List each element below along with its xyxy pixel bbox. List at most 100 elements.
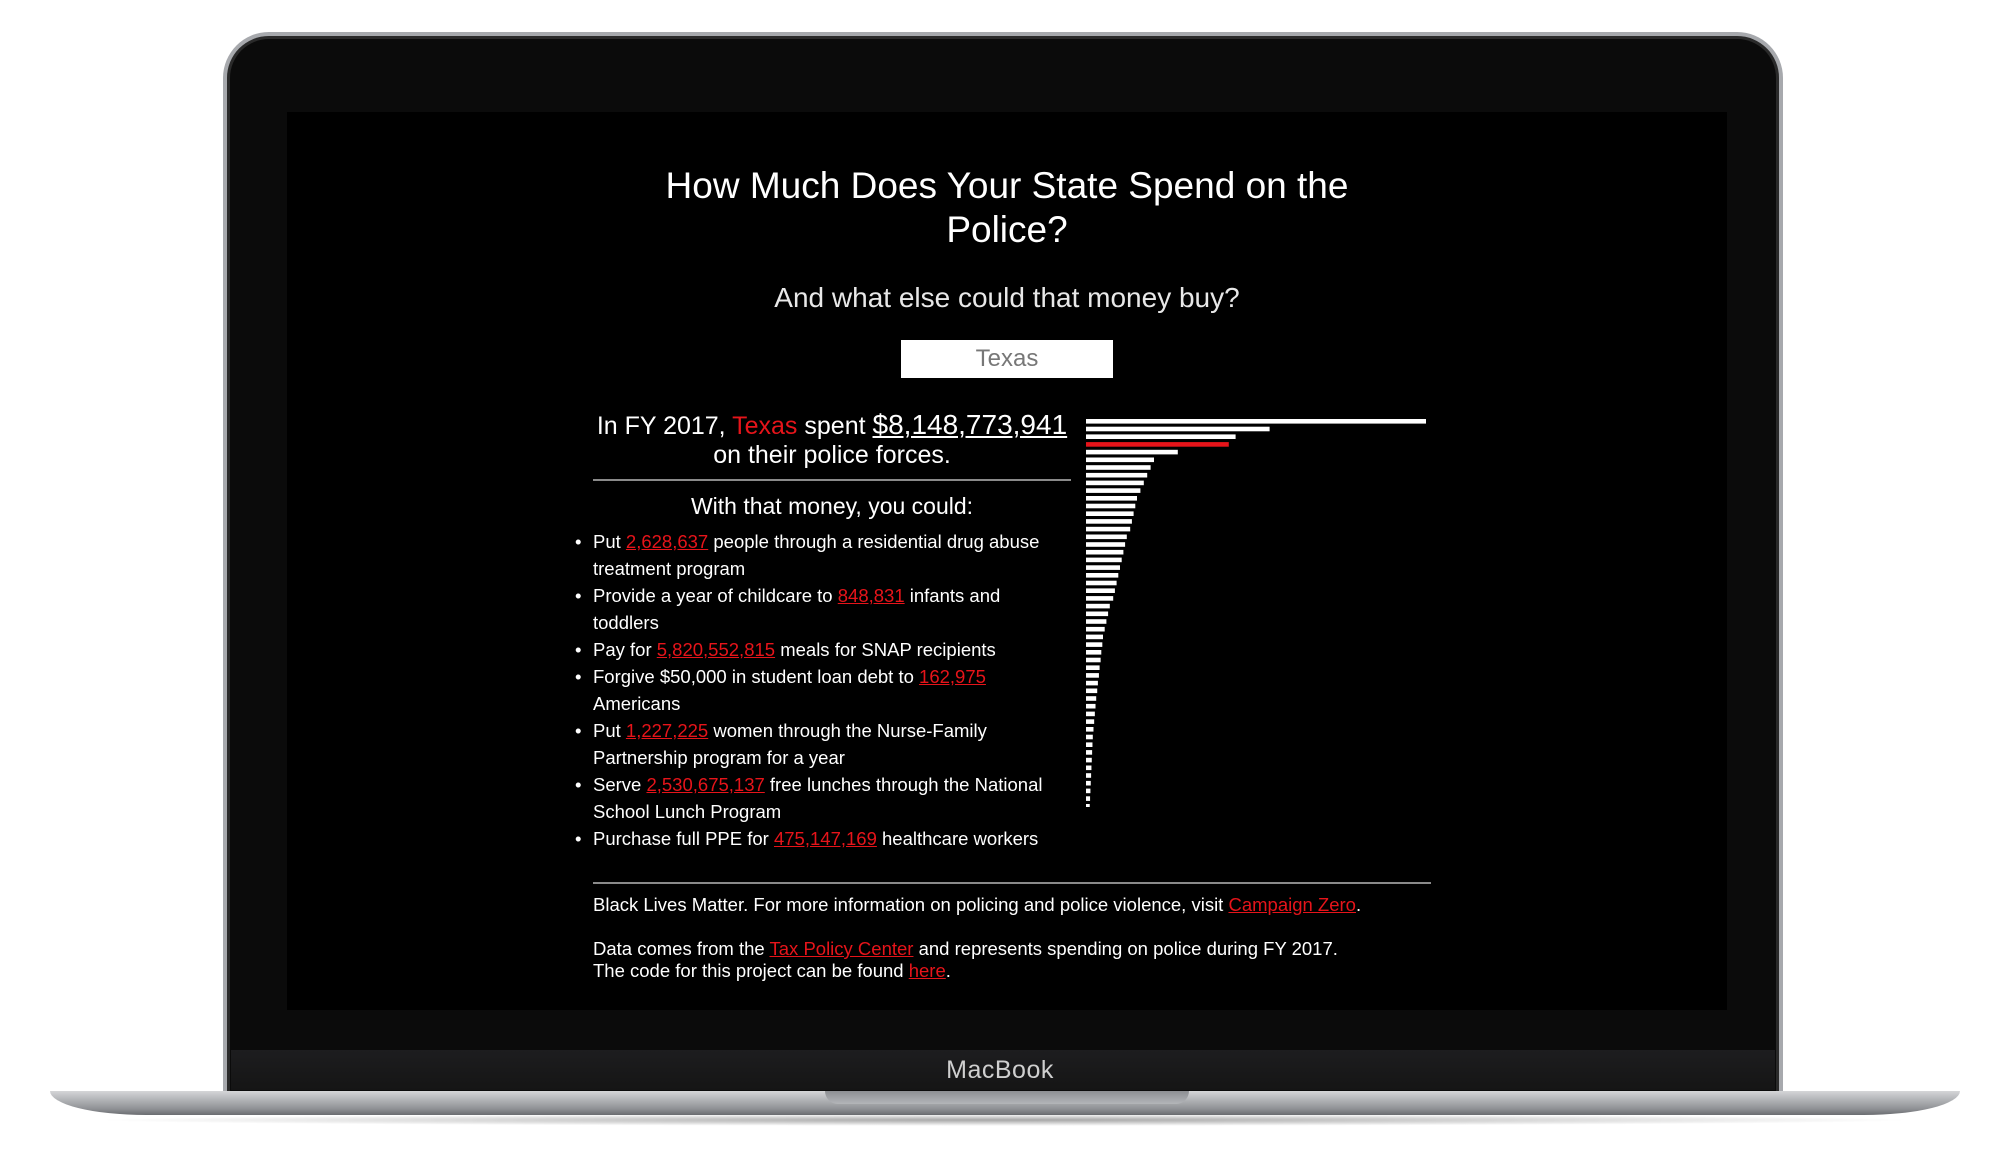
item-value-link[interactable]: 2,530,675,137 xyxy=(646,774,764,795)
page-subtitle: And what else could that money buy? xyxy=(774,282,1240,313)
state-spending-bar-chart xyxy=(1086,419,1426,807)
bar[interactable] xyxy=(1086,549,1124,555)
bar[interactable] xyxy=(1086,534,1127,540)
bar[interactable] xyxy=(1086,457,1154,463)
bar[interactable] xyxy=(1086,734,1093,740)
bar[interactable] xyxy=(1086,657,1101,663)
laptop-brand-label: MacBook xyxy=(946,1056,1054,1084)
bar[interactable] xyxy=(1086,565,1120,570)
item-text: healthcare workers xyxy=(882,828,1039,849)
bar[interactable] xyxy=(1086,780,1091,786)
bar[interactable] xyxy=(1086,804,1090,807)
bar[interactable] xyxy=(1086,665,1100,670)
item-text: meals for SNAP recipients xyxy=(780,639,996,660)
bar[interactable] xyxy=(1086,434,1236,439)
bar-selected-state[interactable] xyxy=(1086,442,1229,447)
bar[interactable] xyxy=(1086,765,1092,771)
bar[interactable] xyxy=(1086,626,1105,632)
bar[interactable] xyxy=(1086,503,1136,509)
list-item: Pay for 5,820,552,815 meals for SNAP rec… xyxy=(575,636,1071,663)
bar[interactable] xyxy=(1086,465,1151,470)
spent-statement: In FY 2017, Texas spent $8,148,773,941 o… xyxy=(593,410,1071,481)
bar[interactable] xyxy=(1086,511,1134,516)
bar[interactable] xyxy=(1086,557,1122,563)
bar[interactable] xyxy=(1086,596,1114,601)
page-title: How Much Does Your State Spend on the Po… xyxy=(287,164,1727,252)
list-item: Provide a year of childcare to 848,831 i… xyxy=(575,582,1071,636)
item-value-link[interactable]: 5,820,552,815 xyxy=(657,639,775,660)
laptop-screen: How Much Does Your State Spend on the Po… xyxy=(287,112,1727,1010)
bar[interactable] xyxy=(1086,472,1148,478)
item-text: Serve xyxy=(593,774,642,795)
spent-verb: spent xyxy=(804,412,866,440)
alternatives-list: Put 2,628,637 people through a residenti… xyxy=(575,528,1071,852)
bar[interactable] xyxy=(1086,688,1098,694)
bar[interactable] xyxy=(1086,673,1099,678)
bar[interactable] xyxy=(1086,696,1097,701)
web-page: How Much Does Your State Spend on the Po… xyxy=(287,112,1727,1010)
code-link[interactable]: here xyxy=(909,960,946,981)
bar[interactable] xyxy=(1086,727,1094,732)
item-value-link[interactable]: 848,831 xyxy=(838,585,905,606)
spent-prefix: In FY 2017, xyxy=(596,412,726,440)
footer-blm: Black Lives Matter. For more information… xyxy=(593,894,1431,916)
with-money-heading: With that money, you could: xyxy=(690,493,974,519)
footer-text: . xyxy=(1355,894,1362,915)
list-item: Serve 2,530,675,137 free lunches through… xyxy=(575,771,1071,825)
page-footer: Black Lives Matter. For more information… xyxy=(593,882,1431,982)
bar[interactable] xyxy=(1086,719,1095,724)
footer-text: The code for this project can be found xyxy=(593,960,904,981)
bar[interactable] xyxy=(1086,588,1115,593)
spent-state: Texas xyxy=(732,412,798,440)
bar[interactable] xyxy=(1086,426,1270,432)
bar[interactable] xyxy=(1086,742,1093,747)
bar[interactable] xyxy=(1086,480,1144,486)
item-text: Pay for xyxy=(593,639,652,660)
spending-summary: In FY 2017, Texas spent $8,148,773,941 o… xyxy=(575,410,1071,852)
footer-data-source: Data comes from the Tax Policy Center an… xyxy=(593,938,1431,960)
list-item: Forgive $50,000 in student loan debt to … xyxy=(575,663,1071,717)
campaign-zero-link[interactable]: Campaign Zero xyxy=(1228,894,1356,915)
bar[interactable] xyxy=(1086,757,1092,763)
bar[interactable] xyxy=(1086,488,1141,493)
bar[interactable] xyxy=(1086,680,1098,686)
bar[interactable] xyxy=(1086,542,1126,547)
item-value-link[interactable]: 162,975 xyxy=(919,666,986,687)
bar[interactable] xyxy=(1086,580,1117,586)
bar[interactable] xyxy=(1086,773,1092,778)
bar[interactable] xyxy=(1086,449,1178,455)
list-item: Put 2,628,637 people through a residenti… xyxy=(575,528,1071,582)
bar[interactable] xyxy=(1086,788,1091,794)
footer-text: Data comes from the xyxy=(593,938,765,959)
bar[interactable] xyxy=(1086,603,1110,609)
bar[interactable] xyxy=(1086,573,1119,578)
tax-policy-center-link[interactable]: Tax Policy Center xyxy=(770,938,914,959)
footer-text: . xyxy=(945,960,951,981)
laptop-notch xyxy=(825,1091,1189,1104)
item-value-link[interactable]: 2,628,637 xyxy=(626,531,708,552)
bar[interactable] xyxy=(1086,526,1131,532)
bar[interactable] xyxy=(1086,796,1091,801)
footer-text: Black Lives Matter. For more information… xyxy=(593,894,1224,915)
bar[interactable] xyxy=(1086,650,1102,655)
list-item: Purchase full PPE for 475,147,169 health… xyxy=(575,825,1071,852)
spent-suffix: on their police forces. xyxy=(713,441,951,469)
bar[interactable] xyxy=(1086,634,1103,640)
bar[interactable] xyxy=(1086,711,1095,717)
bar[interactable] xyxy=(1086,496,1137,501)
item-text: Purchase full PPE for xyxy=(593,828,769,849)
item-text: Put xyxy=(593,531,621,552)
item-value-link[interactable]: 1,227,225 xyxy=(626,720,708,741)
bar[interactable] xyxy=(1086,703,1096,709)
bar[interactable] xyxy=(1086,519,1132,524)
list-item: Put 1,227,225 women through the Nurse-Fa… xyxy=(575,717,1071,771)
bar[interactable] xyxy=(1086,419,1426,424)
bar[interactable] xyxy=(1086,619,1107,624)
bar[interactable] xyxy=(1086,611,1109,617)
item-value-link[interactable]: 475,147,169 xyxy=(774,828,877,849)
footer-text: and represents spending on police during… xyxy=(918,938,1338,959)
bar[interactable] xyxy=(1086,750,1093,755)
bar[interactable] xyxy=(1086,642,1103,647)
item-text: Forgive $50,000 in student loan debt to xyxy=(593,666,914,687)
state-select[interactable]: Texas xyxy=(901,340,1113,378)
